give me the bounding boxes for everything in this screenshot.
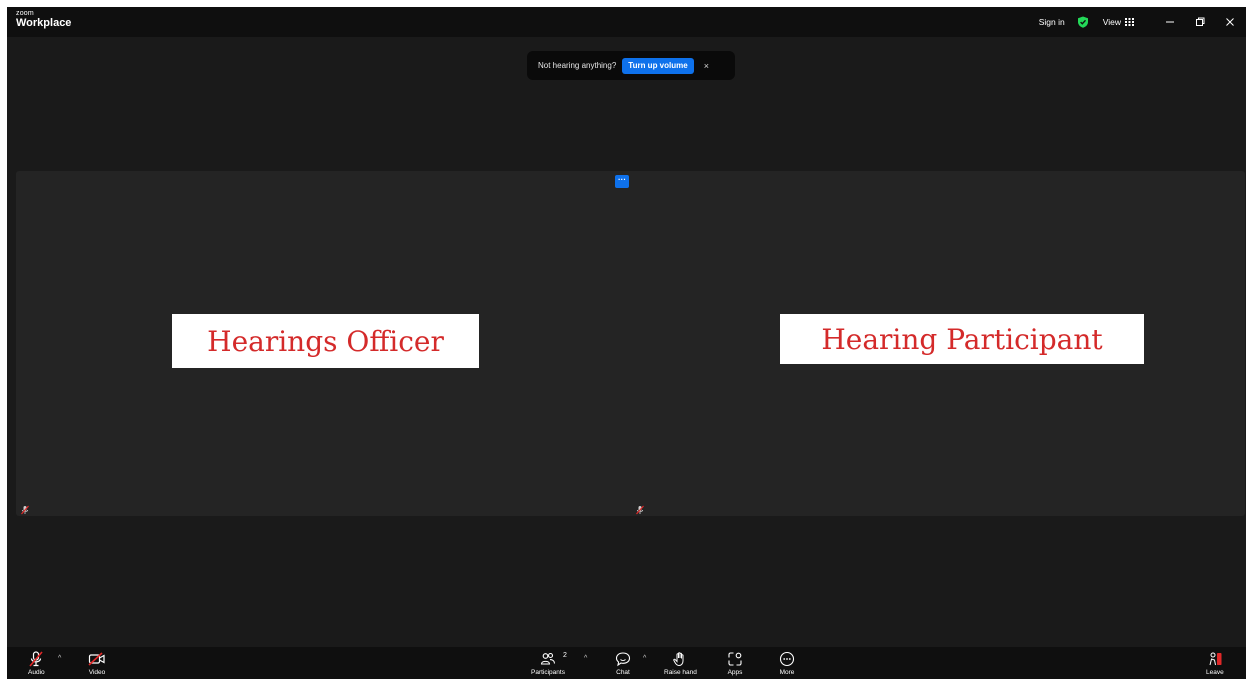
audio-label: Audio xyxy=(28,669,45,676)
raise-hand-label: Raise hand xyxy=(664,669,697,676)
leave-label: Leave xyxy=(1206,669,1224,676)
title-bar: zoom Workplace Sign in View xyxy=(7,7,1246,37)
more-icon xyxy=(779,651,795,667)
gallery-options-button[interactable]: ··· xyxy=(615,175,629,188)
view-button[interactable]: View xyxy=(1103,17,1134,27)
video-button[interactable]: Video xyxy=(88,651,106,676)
view-label: View xyxy=(1102,17,1121,27)
leave-button[interactable]: Leave xyxy=(1206,651,1224,676)
muted-microphone-icon xyxy=(29,651,43,667)
raise-hand-icon xyxy=(673,652,684,667)
turn-up-volume-button[interactable]: Turn up volume xyxy=(622,57,694,74)
more-button[interactable]: More xyxy=(779,651,795,676)
notification-text: Not hearing anything? xyxy=(538,61,617,70)
more-label: More xyxy=(779,669,795,676)
participant-name-hearing-participant: Hearing Participant xyxy=(780,314,1144,364)
restore-button[interactable] xyxy=(1188,7,1212,37)
leave-icon xyxy=(1209,652,1222,666)
close-window-button[interactable] xyxy=(1218,7,1242,37)
chat-label: Chat xyxy=(616,669,630,676)
participant-name-hearings-officer: Hearings Officer xyxy=(172,314,479,368)
minimize-icon xyxy=(1166,21,1174,23)
video-label: Video xyxy=(88,669,106,676)
meeting-toolbar: Audio ^ Video Participants 2 ^ Chat ^ Ra… xyxy=(7,647,1246,679)
participants-button[interactable]: Participants xyxy=(531,651,565,676)
audio-button[interactable]: Audio xyxy=(28,651,45,676)
chat-options-caret[interactable]: ^ xyxy=(643,655,646,662)
apps-icon xyxy=(728,652,742,666)
chat-icon xyxy=(615,652,631,667)
close-icon xyxy=(1226,18,1234,26)
chat-button[interactable]: Chat xyxy=(615,651,631,676)
participants-count: 2 xyxy=(563,652,567,659)
restore-icon xyxy=(1196,17,1205,26)
brand-small: zoom xyxy=(16,10,34,17)
zoom-meeting-window: zoom Workplace Sign in View Not hearing … xyxy=(7,7,1246,679)
audio-notification: Not hearing anything? Turn up volume × xyxy=(527,51,735,80)
participants-label: Participants xyxy=(531,669,565,676)
apps-button[interactable]: Apps xyxy=(727,651,743,676)
muted-mic-icon xyxy=(21,505,29,515)
notification-close-button[interactable]: × xyxy=(704,61,709,71)
minimize-button[interactable] xyxy=(1158,7,1182,37)
muted-mic-icon xyxy=(636,505,644,515)
video-off-icon xyxy=(88,652,105,666)
audio-options-caret[interactable]: ^ xyxy=(58,655,61,662)
apps-label: Apps xyxy=(727,669,743,676)
participants-options-caret[interactable]: ^ xyxy=(584,655,587,662)
video-gallery: ··· Hearings Officer Hearing Participant xyxy=(16,171,1245,516)
sign-in-link[interactable]: Sign in xyxy=(1039,17,1065,27)
shield-check-icon[interactable] xyxy=(1077,16,1089,28)
grid-icon xyxy=(1125,18,1134,26)
zoom-logo: zoom Workplace xyxy=(16,10,71,29)
raise-hand-button[interactable]: Raise hand xyxy=(664,651,697,676)
participants-icon xyxy=(540,652,556,665)
brand-big: Workplace xyxy=(16,17,72,29)
